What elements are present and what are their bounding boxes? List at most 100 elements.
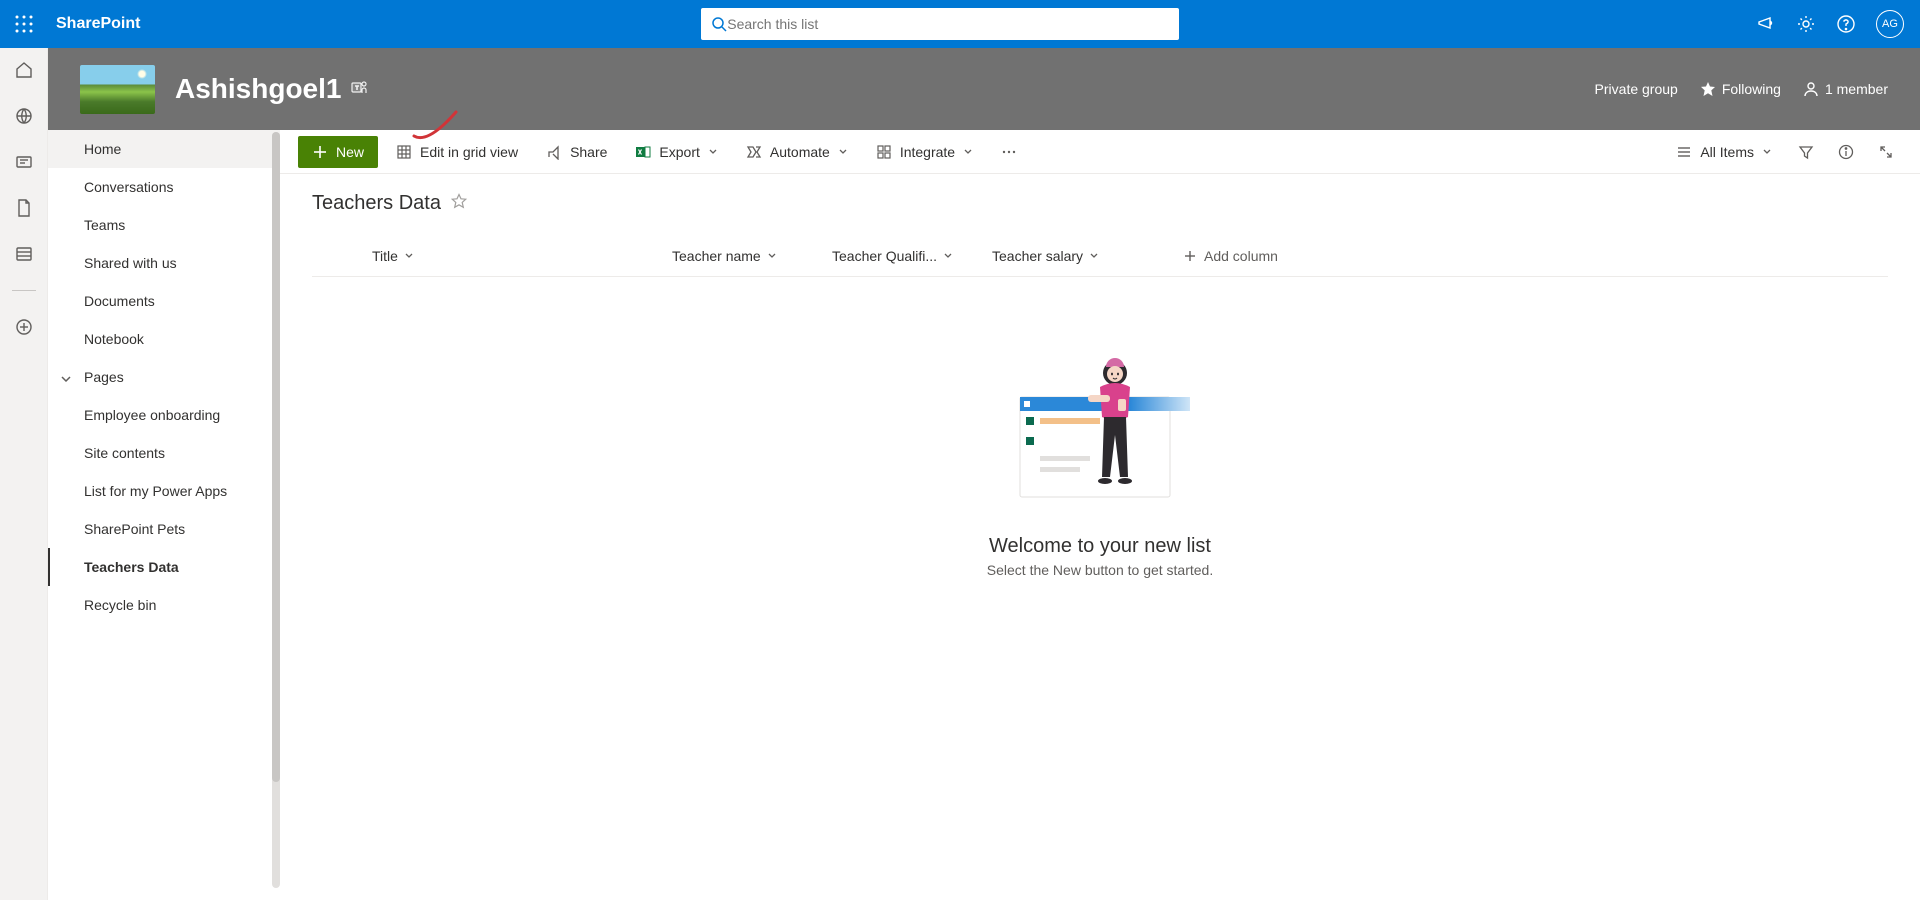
add-column-button[interactable]: Add column [1182,248,1278,264]
leftnav-scrollbar[interactable] [272,132,280,888]
export-label: Export [659,144,699,160]
nav-employee-onboarding[interactable]: Employee onboarding [48,396,280,434]
expand-button[interactable] [1870,144,1902,160]
home-icon[interactable] [14,60,34,80]
chevron-down-icon [838,147,848,157]
site-title[interactable]: Ashishgoel1 [175,73,341,105]
edit-grid-button[interactable]: Edit in grid view [386,136,528,168]
col-teacher-qualification-label: Teacher Qualifi... [832,248,937,264]
app-rail [0,48,48,900]
workspace: Ashishgoel1 Private group Following 1 me… [48,48,1920,900]
info-icon [1838,144,1854,160]
nav-teams[interactable]: Teams [48,206,280,244]
brand-label[interactable]: SharePoint [48,15,140,33]
more-icon [1001,144,1017,160]
chevron-down-icon [60,372,72,388]
avatar[interactable]: AG [1876,10,1904,38]
chevron-down-icon [963,147,973,157]
nav-pages[interactable]: Pages [48,358,280,396]
list-icon[interactable] [14,244,34,264]
site-header: Ashishgoel1 Private group Following 1 me… [48,48,1920,130]
col-teacher-salary[interactable]: Teacher salary [992,248,1152,264]
following-label: Following [1722,81,1781,97]
filter-button[interactable] [1790,144,1822,160]
integrate-label: Integrate [900,144,955,160]
megaphone-icon[interactable] [1756,14,1776,34]
gear-icon[interactable] [1796,14,1816,34]
nav-notebook[interactable]: Notebook [48,320,280,358]
add-column-label: Add column [1204,248,1278,264]
filter-icon [1798,144,1814,160]
left-nav: Home Conversations Teams Shared with us … [48,130,280,900]
info-button[interactable] [1830,144,1862,160]
nav-recycle-bin[interactable]: Recycle bin [48,586,280,624]
help-icon[interactable] [1836,14,1856,34]
person-icon [1803,81,1819,97]
list-view-icon [1676,144,1692,160]
globe-icon[interactable] [14,106,34,126]
chevron-down-icon [404,251,414,261]
chevron-down-icon [1762,147,1772,157]
integrate-button[interactable]: Integrate [866,136,983,168]
plus-icon [312,144,328,160]
favorite-button[interactable] [451,193,467,214]
empty-state: Welcome to your new list Select the New … [312,277,1888,578]
chevron-down-icon [708,147,718,157]
new-button[interactable]: New [298,136,378,168]
nav-documents[interactable]: Documents [48,282,280,320]
empty-heading: Welcome to your new list [989,535,1211,558]
content-row: Home Conversations Teams Shared with us … [48,130,1920,900]
more-button[interactable] [991,136,1027,168]
command-bar: New Edit in grid view Share Export [280,130,1920,174]
share-button[interactable]: Share [536,136,617,168]
waffle-icon [14,14,34,34]
column-headers: Title Teacher name Teacher Qualifi... [312,235,1888,277]
privacy-label: Private group [1595,81,1678,97]
col-title-label: Title [372,248,398,264]
star-icon [1700,81,1716,97]
nav-conversations[interactable]: Conversations [48,168,280,206]
grid-icon [396,144,412,160]
export-button[interactable]: Export [625,136,727,168]
col-title[interactable]: Title [372,248,672,264]
search-input[interactable] [727,16,1169,32]
col-teacher-name[interactable]: Teacher name [672,248,832,264]
view-selector[interactable]: All Items [1666,136,1782,168]
excel-icon [635,144,651,160]
col-teacher-salary-label: Teacher salary [992,248,1083,264]
integrate-icon [876,144,892,160]
automate-button[interactable]: Automate [736,136,858,168]
nav-shared-with-us[interactable]: Shared with us [48,244,280,282]
plus-circle-icon[interactable] [14,317,34,337]
nav-list-power-apps[interactable]: List for my Power Apps [48,472,280,510]
empty-illustration [1010,357,1190,517]
nav-site-contents[interactable]: Site contents [48,434,280,472]
edit-grid-label: Edit in grid view [420,144,518,160]
site-header-right: Private group Following 1 member [1595,81,1888,97]
automate-label: Automate [770,144,830,160]
news-icon[interactable] [14,152,34,172]
suite-right: AG [1740,10,1920,38]
plus-icon [1182,248,1198,264]
members-button[interactable]: 1 member [1803,81,1888,97]
col-teacher-qualification[interactable]: Teacher Qualifi... [832,248,992,264]
list-title-row: Teachers Data [312,192,1888,215]
following-button[interactable]: Following [1700,81,1781,97]
members-label: 1 member [1825,81,1888,97]
view-name-label: All Items [1700,144,1754,160]
site-logo[interactable] [80,65,155,114]
shell: Ashishgoel1 Private group Following 1 me… [0,48,1920,900]
suite-bar: SharePoint AG [0,0,1920,48]
file-icon[interactable] [14,198,34,218]
new-label: New [336,144,364,160]
list-area: Teachers Data Title Teacher name [280,174,1920,900]
share-icon [546,144,562,160]
nav-sharepoint-pets[interactable]: SharePoint Pets [48,510,280,548]
nav-home[interactable]: Home [48,130,280,168]
teams-badge-icon[interactable] [351,78,369,101]
nav-teachers-data[interactable]: Teachers Data [48,548,280,586]
app-launcher[interactable] [0,14,48,34]
search-box[interactable] [701,8,1179,40]
share-label: Share [570,144,607,160]
empty-subtext: Select the New button to get started. [987,562,1213,578]
